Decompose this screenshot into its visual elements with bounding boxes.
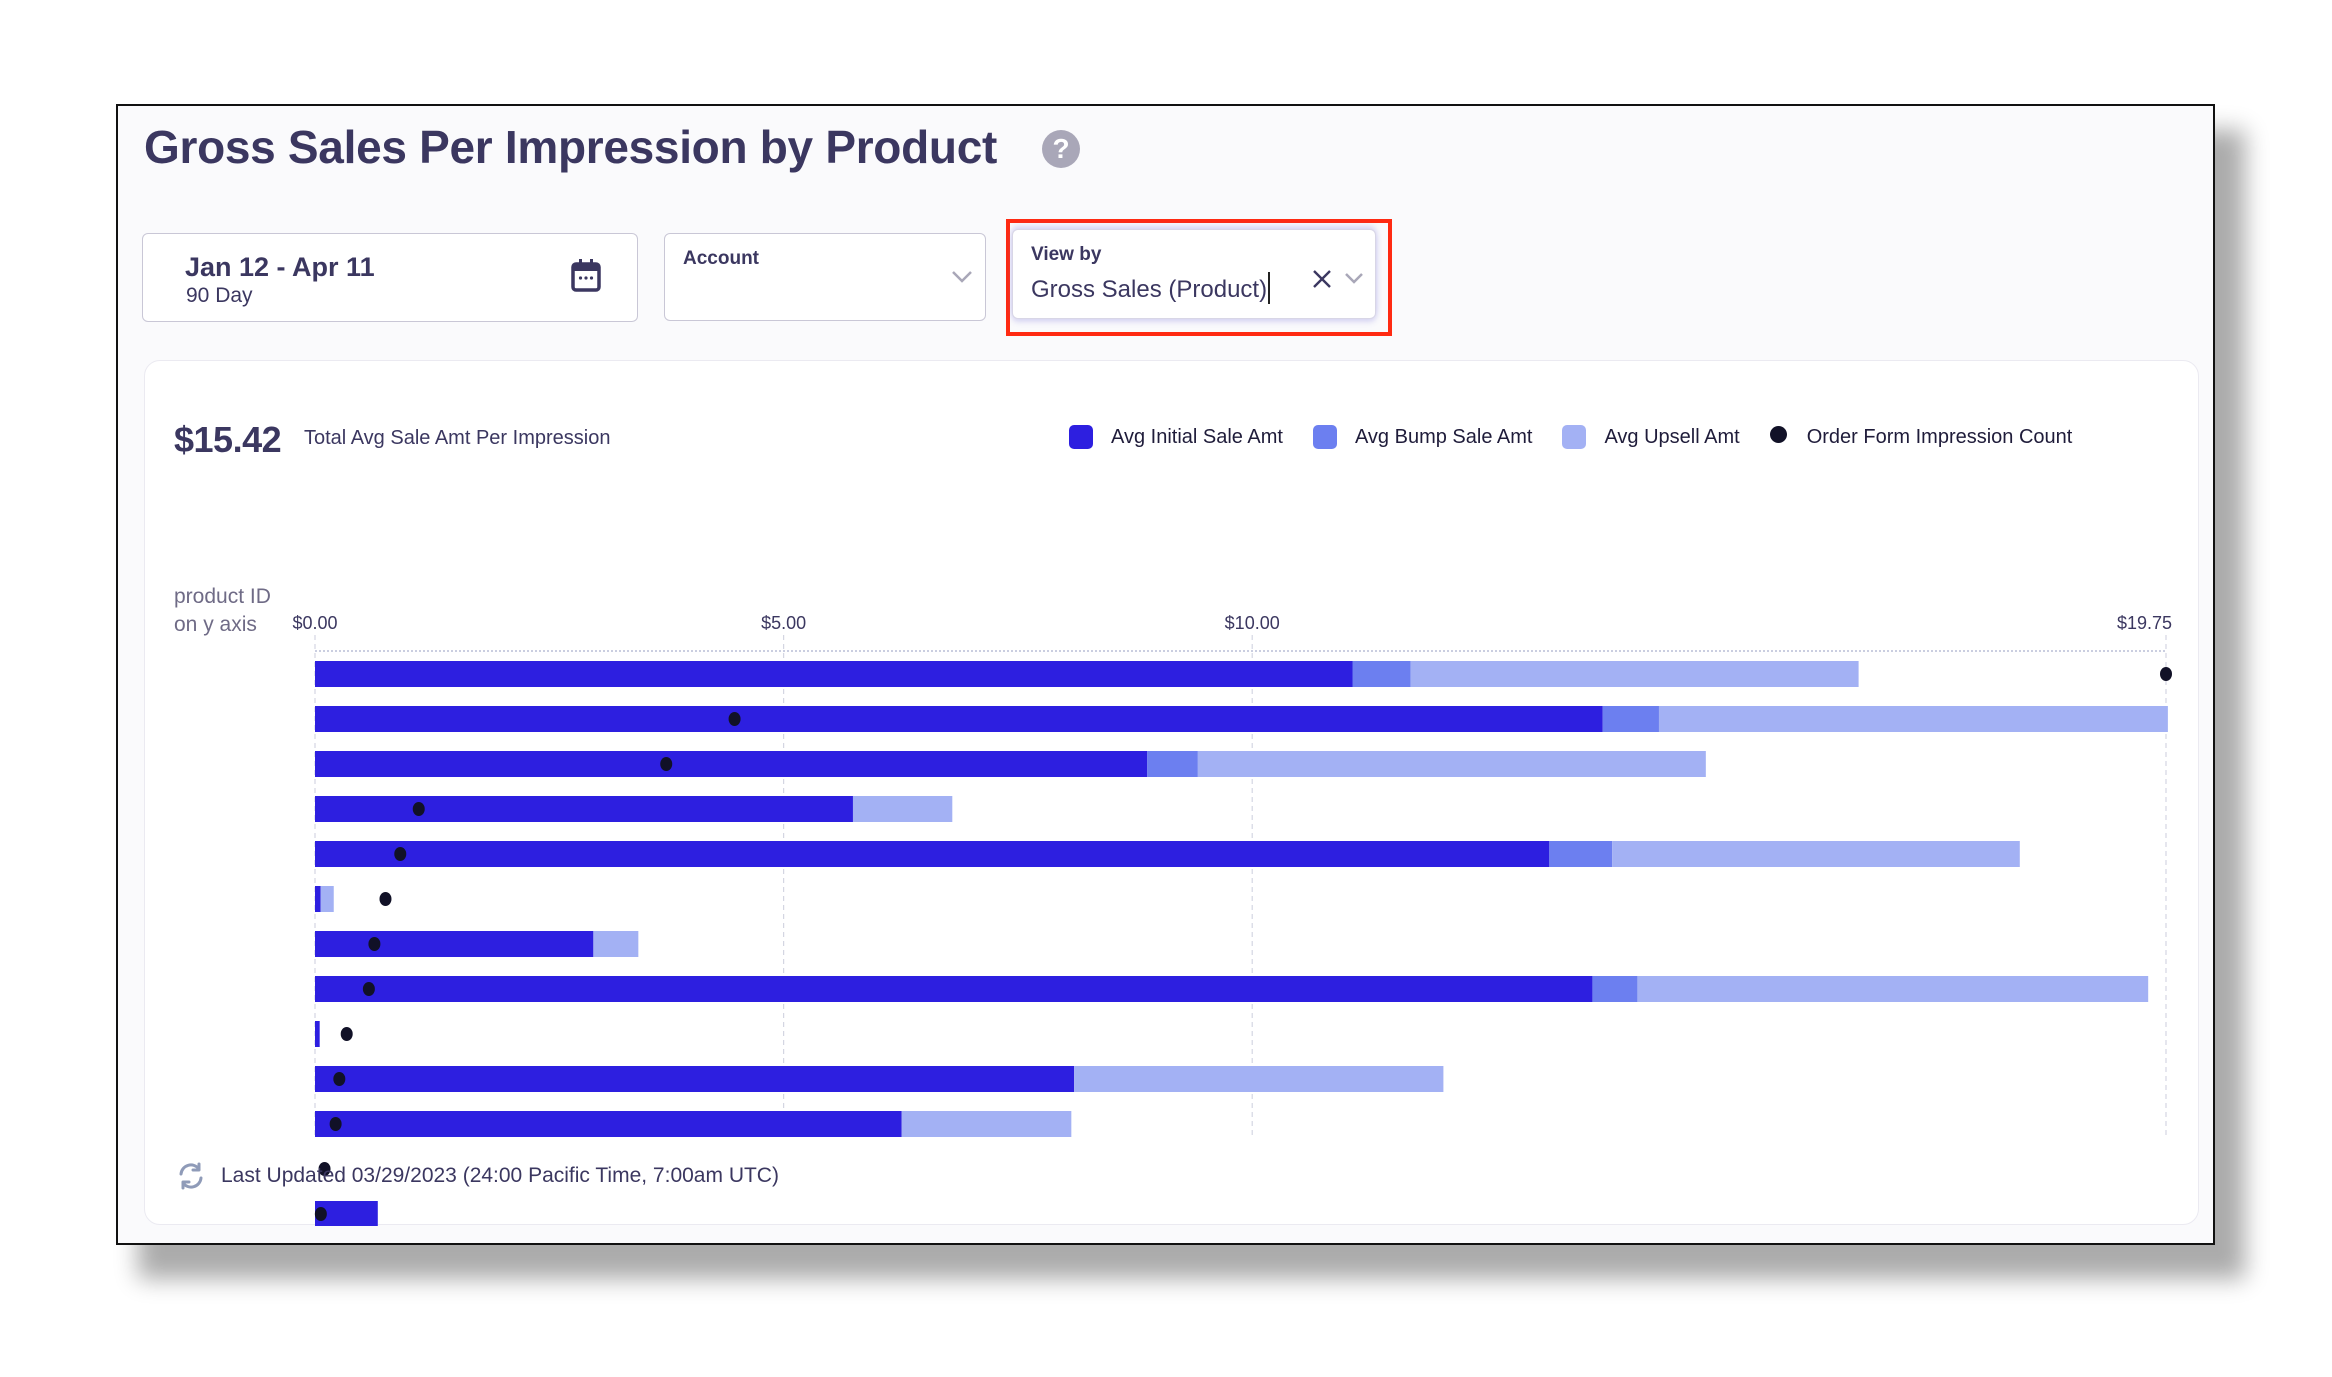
x-tick-label: $5.00 [761,613,806,633]
impression-dot [362,982,375,996]
impression-dot [379,892,392,906]
close-icon[interactable] [1311,268,1333,290]
last-updated: Last Updated 03/29/2023 (24:00 Pacific T… [175,1161,779,1191]
bar-segment-upsell [1197,751,1706,777]
impression-dot [2160,667,2172,681]
help-icon[interactable]: ? [1042,130,1080,168]
account-label: Account [683,248,759,269]
bar-segment-upsell [1612,841,2020,867]
chevron-down-icon[interactable] [951,270,973,284]
bar-segment-initial [315,1066,1075,1092]
impression-dot [660,757,673,771]
bar-segment-initial [315,796,853,822]
x-tick-label: $0.00 [292,613,337,633]
bar-segment-initial [315,751,1148,777]
impression-dot [394,847,407,861]
refresh-icon[interactable] [175,1161,207,1191]
impression-dot [368,937,381,951]
chart-card: $15.42 Total Avg Sale Amt Per Impression… [144,360,2199,1226]
account-select[interactable]: Account [664,233,986,321]
bar-segment-upsell [1658,706,2168,732]
impression-dot [412,802,425,816]
bar-segment-bump [1549,841,1613,867]
bar-segment-bump [1147,751,1198,777]
last-updated-text: Last Updated 03/29/2023 (24:00 Pacific T… [221,1164,779,1187]
bar-segment-upsell [1410,661,1859,687]
bar-segment-upsell [320,886,334,912]
date-range-picker[interactable]: Jan 12 - Apr 11 90 Day [142,233,638,322]
bar-segment-initial [315,931,594,957]
x-tick-label: $10.00 [1225,613,1280,633]
bar-segment-initial [315,1021,320,1047]
text-cursor [1268,272,1271,304]
impression-dot [329,1117,342,1131]
bar-segment-initial [315,706,1603,732]
bar-segment-bump [1602,706,1659,732]
bar-segment-upsell [593,931,639,957]
chevron-down-icon[interactable] [1343,272,1365,286]
impression-dot [340,1027,353,1041]
bar-segment-initial [315,841,1550,867]
date-range-sublabel: 90 Day [186,284,253,307]
view-by-value[interactable]: Gross Sales (Product) [1031,272,1271,304]
view-by-value-text: Gross Sales (Product) [1031,276,1268,303]
bar-segment-initial [315,886,321,912]
bar-segment-upsell [1074,1066,1444,1092]
bar-segment-upsell [901,1111,1072,1137]
bar-segment-bump [1352,661,1411,687]
impression-dot [728,712,741,726]
bar-chart: $0.00 $5.00 $10.00 $19.75 [292,613,2172,1226]
page-title: Gross Sales Per Impression by Product [144,121,997,173]
report-panel: Gross Sales Per Impression by Product ? … [116,104,2215,1245]
bar-segment-bump [1592,976,1638,1002]
calendar-icon[interactable] [571,258,601,292]
x-tick-label: $19.75 [2117,613,2172,633]
bar-segment-initial [315,976,1593,1002]
bar-segment-initial [315,661,1353,687]
view-by-label: View by [1031,244,1102,265]
bar-segment-upsell [1637,976,2149,1002]
bar-segment-initial [315,1111,902,1137]
view-by-select[interactable]: View by Gross Sales (Product) [1012,229,1376,319]
impression-dot [314,1207,327,1221]
bar-segment-upsell [852,796,953,822]
date-range-label: Jan 12 - Apr 11 [185,252,375,282]
impression-dot [333,1072,346,1086]
